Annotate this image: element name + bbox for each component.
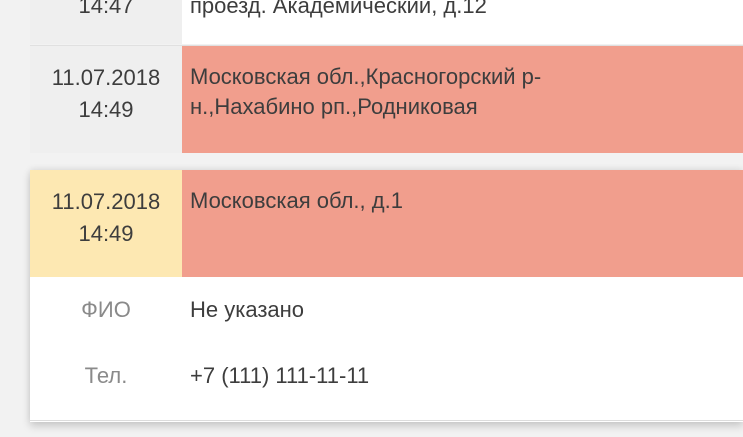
row-address-line-1: Московская обл.,Красногорский р-	[190, 64, 542, 89]
row-date: 11.07.2018	[51, 189, 161, 214]
row-time: 14:49	[78, 97, 134, 122]
detail-row-phone: Тел. +7 (111) 111-11-11	[30, 343, 743, 409]
card-header-row: 11.07.2018 14:49 Московская обл., д.1	[30, 170, 743, 277]
row-address-cell: Московская обл.,Красногорский р- н.,Наха…	[182, 46, 743, 153]
row-datetime-cell: 11.07.2018 14:49	[30, 46, 182, 153]
row-datetime-cell: 14:47	[30, 0, 182, 44]
row-time: 14:49	[78, 221, 134, 246]
row-address-cell: проезд. Академический, д.12	[182, 0, 743, 44]
list-item[interactable]: 11.07.2018 14:49 Московская обл.,Красног…	[30, 45, 743, 153]
row-time: 14:47	[78, 0, 134, 18]
fio-label: ФИО	[81, 297, 131, 322]
row-date: 11.07.2018	[51, 65, 161, 90]
row-address-line-2: н.,Нахабино рп.,Родниковая	[190, 94, 478, 119]
phone-value[interactable]: +7 (111) 111-11-11	[182, 363, 369, 389]
phone-label: Тел.	[84, 363, 128, 388]
expanded-list-item[interactable]: 11.07.2018 14:49 Московская обл., д.1 ФИ…	[30, 170, 743, 422]
row-address: проезд. Академический, д.12	[190, 0, 487, 18]
row-address-cell: Московская обл., д.1	[182, 170, 743, 277]
divider	[30, 420, 743, 421]
row-datetime-cell: 11.07.2018 14:49	[30, 170, 182, 277]
fio-value: Не указано	[190, 297, 305, 322]
list-item[interactable]: 14:47 проезд. Академический, д.12	[30, 0, 743, 44]
detail-row-fio: ФИО Не указано	[30, 277, 743, 343]
row-address: Московская обл., д.1	[190, 188, 403, 213]
